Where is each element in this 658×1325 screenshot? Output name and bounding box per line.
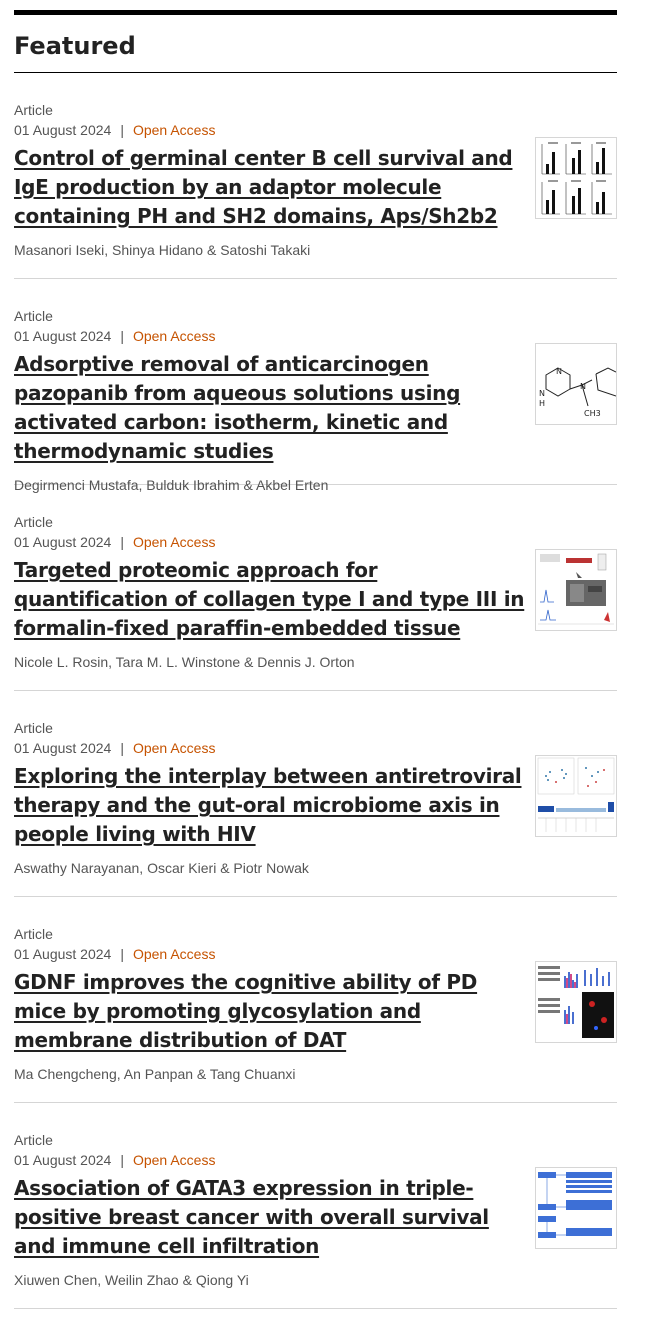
article-date: 01 August 2024 bbox=[14, 1152, 112, 1168]
chemical-structure-thumbnail[interactable]: N N H N CH3 bbox=[535, 343, 617, 425]
article-title-link[interactable]: GDNF improves the cognitive ability of P… bbox=[14, 968, 526, 1055]
meta-separator: | bbox=[120, 122, 124, 138]
atom-label-ch3: CH3 bbox=[584, 409, 601, 418]
atom-label-n3: N bbox=[580, 382, 586, 391]
article-item: Article 01 August 2024 | Open Access Assoc… bbox=[14, 1103, 617, 1309]
meta-separator: | bbox=[120, 534, 124, 550]
article-authors: Aswathy Narayanan, Oscar Kieri & Piotr N… bbox=[14, 860, 309, 876]
featured-section: Featured Article 01 August 2024 | Open Acc… bbox=[14, 10, 617, 1309]
western-blot-panel-thumbnail[interactable] bbox=[535, 961, 617, 1043]
article-type: Article bbox=[14, 102, 53, 118]
article-text: Article 01 August 2024 | Open Access Explo… bbox=[14, 718, 526, 878]
article-title-link[interactable]: Association of GATA3 expression in tripl… bbox=[14, 1174, 526, 1261]
article-authors: Nicole L. Rosin, Tara M. L. Winstone & D… bbox=[14, 654, 355, 670]
open-access-label: Open Access bbox=[132, 122, 216, 138]
article-authors: Xiuwen Chen, Weilin Zhao & Qiong Yi bbox=[14, 1272, 249, 1288]
section-title: Featured bbox=[14, 15, 617, 73]
article-authors: Masanori Iseki, Shinya Hidano & Satoshi … bbox=[14, 242, 311, 258]
article-date: 01 August 2024 bbox=[14, 534, 112, 550]
article-text: Article 01 August 2024 | Open Access Assoc… bbox=[14, 1130, 526, 1290]
article-type: Article bbox=[14, 720, 53, 736]
article-type: Article bbox=[14, 514, 53, 530]
proteomics-workflow-thumbnail[interactable] bbox=[535, 549, 617, 631]
article-text: Article 01 August 2024 | Open Access GDNF … bbox=[14, 924, 526, 1084]
open-access-label: Open Access bbox=[132, 946, 216, 962]
article-item: Article 01 August 2024 | Open Access Contr… bbox=[14, 73, 617, 279]
bar-chart-figure-thumbnail[interactable] bbox=[535, 137, 617, 219]
article-meta: 01 August 2024 | Open Access bbox=[14, 1150, 526, 1170]
article-text: Article 01 August 2024 | Open Access Targe… bbox=[14, 512, 526, 672]
article-meta: 01 August 2024 | Open Access bbox=[14, 120, 526, 140]
open-access-label: Open Access bbox=[132, 534, 216, 550]
article-date: 01 August 2024 bbox=[14, 122, 112, 138]
meta-separator: | bbox=[120, 1152, 124, 1168]
article-title-link[interactable]: Control of germinal center B cell surviv… bbox=[14, 144, 526, 231]
open-access-label: Open Access bbox=[132, 1152, 216, 1168]
article-authors: Ma Chengcheng, An Panpan & Tang Chuanxi bbox=[14, 1066, 296, 1082]
article-title-link[interactable]: Exploring the interplay between antiretr… bbox=[14, 762, 526, 849]
article-text: Article 01 August 2024 | Open Access Contr… bbox=[14, 100, 526, 260]
article-date: 01 August 2024 bbox=[14, 328, 112, 344]
article-item: Article 01 August 2024 | Open Access Adsor… bbox=[14, 279, 617, 493]
article-list: Article 01 August 2024 | Open Access Contr… bbox=[14, 73, 617, 1309]
atom-label-n2: N bbox=[539, 389, 545, 398]
article-type: Article bbox=[14, 1132, 53, 1148]
article-meta: 01 August 2024 | Open Access bbox=[14, 326, 526, 346]
article-title-link[interactable]: Adsorptive removal of anticarcinogen paz… bbox=[14, 350, 526, 466]
article-item: Article 01 August 2024 | Open Access Targe… bbox=[14, 485, 617, 691]
article-date: 01 August 2024 bbox=[14, 946, 112, 962]
article-item: Article 01 August 2024 | Open Access GDNF … bbox=[14, 897, 617, 1103]
article-type: Article bbox=[14, 308, 53, 324]
article-date: 01 August 2024 bbox=[14, 740, 112, 756]
meta-separator: | bbox=[120, 328, 124, 344]
meta-separator: | bbox=[120, 946, 124, 962]
article-meta: 01 August 2024 | Open Access bbox=[14, 944, 526, 964]
open-access-label: Open Access bbox=[132, 740, 216, 756]
article-item: Article 01 August 2024 | Open Access Explo… bbox=[14, 691, 617, 897]
flowchart-thumbnail[interactable] bbox=[535, 1167, 617, 1249]
article-meta: 01 August 2024 | Open Access bbox=[14, 738, 526, 758]
article-type: Article bbox=[14, 926, 53, 942]
article-text: Article 01 August 2024 | Open Access Adsor… bbox=[14, 306, 526, 495]
open-access-label: Open Access bbox=[132, 328, 216, 344]
article-meta: 01 August 2024 | Open Access bbox=[14, 532, 526, 552]
atom-label-h: H bbox=[539, 399, 545, 408]
atom-label-n1: N bbox=[556, 367, 562, 376]
microbiome-plot-thumbnail[interactable] bbox=[535, 755, 617, 837]
article-title-link[interactable]: Targeted proteomic approach for quantifi… bbox=[14, 556, 526, 643]
meta-separator: | bbox=[120, 740, 124, 756]
